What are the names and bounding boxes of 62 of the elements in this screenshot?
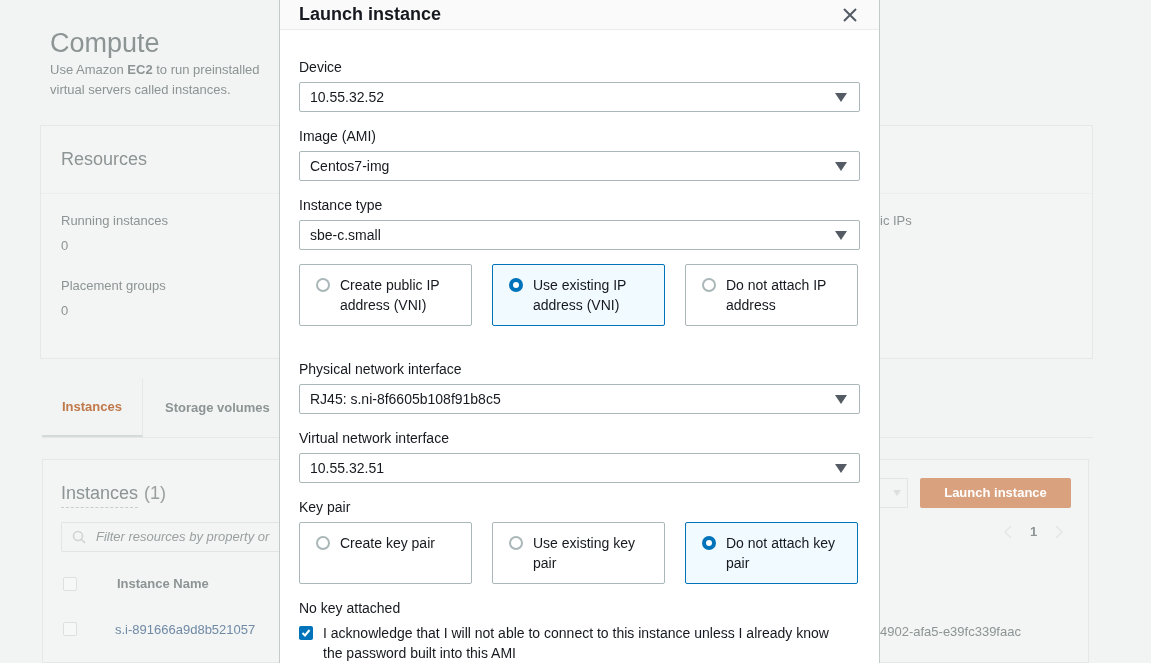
select-value: RJ45: s.ni-8f6605b108f91b8c5: [310, 389, 501, 409]
radio-label: Create key pair: [340, 534, 435, 553]
field-label: Virtual network interface: [299, 429, 450, 448]
dialog-title: Launch instance: [299, 3, 442, 26]
search-placeholder: Filter resources by property or: [96, 528, 270, 547]
radio-label: Do not attach key pair: [726, 534, 836, 573]
stat-label: Running instances: [61, 212, 169, 230]
select-field[interactable]: Centos7-img: [299, 151, 860, 181]
stat-value: 0: [61, 237, 70, 255]
stat-label: ic IPs: [880, 212, 913, 230]
radio-card[interactable]: Use existing IP address (VNI): [492, 264, 665, 326]
select-field[interactable]: 10.55.32.51: [299, 453, 860, 483]
radio-card[interactable]: Create key pair: [299, 522, 472, 584]
checkbox[interactable]: [63, 622, 77, 637]
stat-label: Placement groups: [61, 277, 167, 295]
radio-button[interactable]: [509, 278, 523, 292]
select-value: sbe-c.small: [310, 225, 381, 245]
radio-card[interactable]: Do not attach key pair: [685, 522, 858, 584]
field-label: Device: [299, 58, 343, 77]
field-label: Physical network interface: [299, 360, 463, 379]
field-label: Key pair: [299, 498, 352, 517]
page-description: Use Amazon EC2 to run preinstalled: [50, 61, 261, 79]
select-value: Centos7-img: [310, 156, 390, 176]
panel-title: Instances: [61, 480, 139, 508]
caret-down-icon: [835, 230, 847, 240]
radio-card[interactable]: Use existing key pair: [492, 522, 665, 584]
select-field[interactable]: RJ45: s.ni-8f6605b108f91b8c5: [299, 384, 860, 414]
field-label: Image (AMI): [299, 127, 377, 146]
page-title: Compute: [50, 27, 161, 60]
radio-button[interactable]: [702, 278, 716, 292]
radio-label: Use existing IP address (VNI): [533, 276, 628, 315]
page-description: virtual servers called instances.: [50, 81, 232, 99]
search-icon: [72, 530, 86, 544]
radio-label: Create public IP address (VNI): [340, 276, 441, 315]
stat-value: 0: [61, 302, 70, 320]
table-cell-text: 4902-afa5-e39fc339faac: [880, 622, 1022, 641]
select-value: 10.55.32.51: [310, 458, 384, 478]
note-text: No key attached: [299, 599, 402, 618]
radio-button[interactable]: [509, 536, 523, 550]
panel-count: (1): [144, 482, 167, 505]
radio-card[interactable]: Create public IP address (VNI): [299, 264, 472, 326]
checkbox[interactable]: [299, 626, 313, 640]
field-label: Instance type: [299, 196, 384, 215]
radio-card[interactable]: Do not attach IP address: [685, 264, 858, 326]
select-value: 10.55.32.52: [310, 87, 384, 107]
radio-button[interactable]: [316, 278, 330, 292]
dropdown-field[interactable]: [880, 478, 908, 508]
select-field[interactable]: sbe-c.small: [299, 220, 860, 250]
caret-down-icon: [835, 463, 847, 473]
checkbox-label: I acknowledge that I will not able to connect to this instance unless I already know the password built into this AMI: [323, 624, 830, 663]
caret-down-icon: [835, 161, 847, 171]
radio-label: Do not attach IP address: [726, 276, 828, 315]
select-field[interactable]: 10.55.32.52: [299, 82, 860, 112]
checkbox[interactable]: [63, 576, 77, 591]
close-icon[interactable]: [843, 7, 857, 22]
radio-button[interactable]: [316, 536, 330, 550]
caret-down-icon: [835, 92, 847, 102]
radio-button[interactable]: [702, 536, 716, 550]
caret-down-icon: [835, 394, 847, 404]
card-title: Resources: [61, 148, 148, 171]
radio-label: Use existing key pair: [533, 534, 636, 573]
column-header: Instance Name: [117, 575, 209, 593]
